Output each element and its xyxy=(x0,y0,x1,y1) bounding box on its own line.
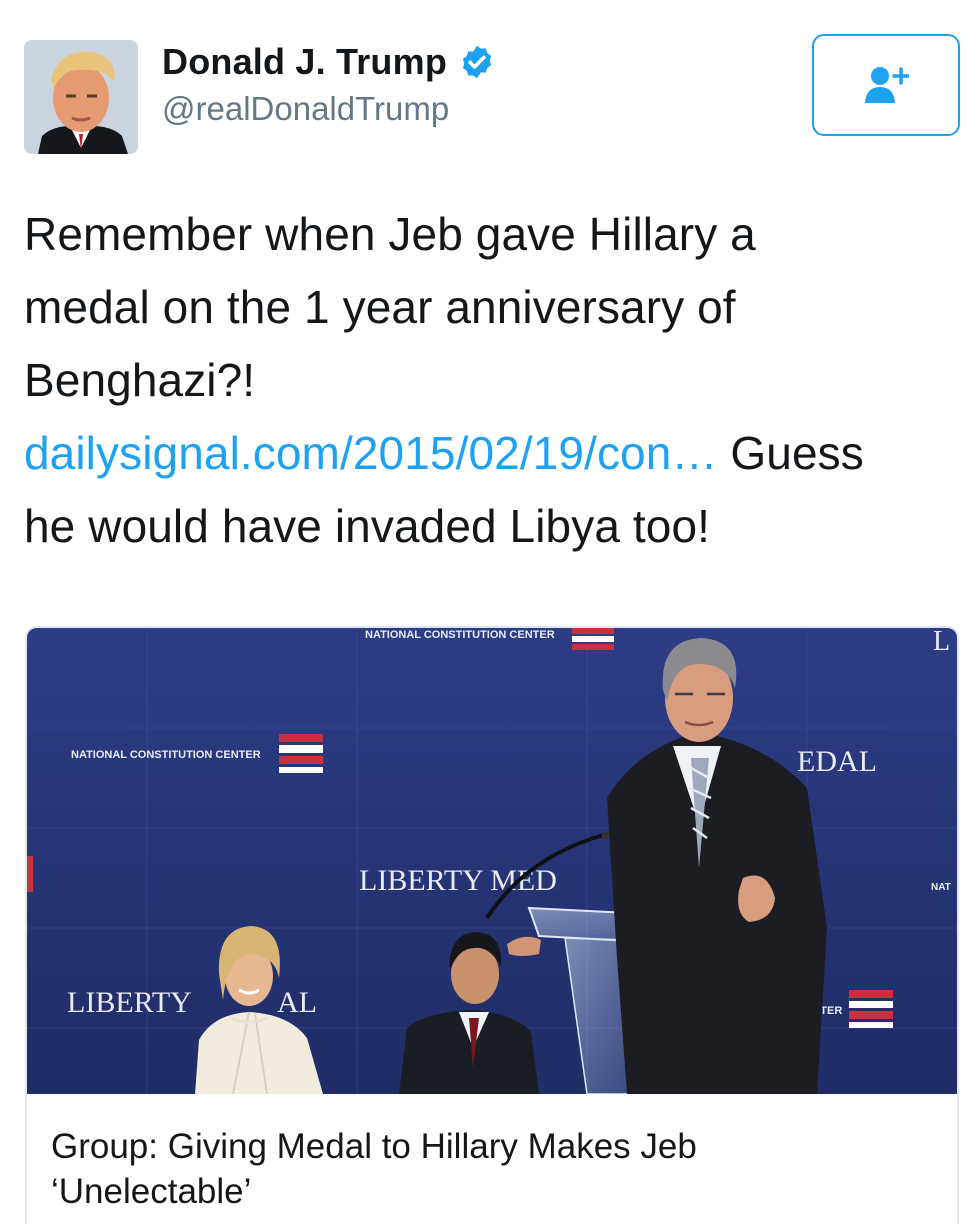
author-display-name[interactable]: Donald J. Trump xyxy=(162,41,447,83)
card-title-line: ‘Unelectable’ xyxy=(51,1172,252,1211)
event-photo: NATIONAL CONSTITUTION CENTER NATIONAL CO… xyxy=(27,628,957,1094)
flag-stripes-icon xyxy=(572,628,614,650)
follow-button[interactable] xyxy=(812,34,960,136)
tweet-text: Remember when Jeb gave Hillary a medal o… xyxy=(24,198,964,563)
tweet-text-fragment: Guess xyxy=(717,427,864,479)
backdrop-text-medal: EDAL xyxy=(797,745,877,778)
backdrop-text-left: NATIONAL CONSTITUTION CENTER xyxy=(71,749,261,761)
profile-photo xyxy=(24,40,138,154)
card-image: NATIONAL CONSTITUTION CENTER NATIONAL CO… xyxy=(27,628,957,1094)
backdrop-text-liberty-tail: AL xyxy=(277,986,317,1019)
backdrop-text-nat: NAT xyxy=(931,882,951,893)
backdrop-text-liberty-center: LIBERTY MED xyxy=(359,864,557,897)
tweet-text-line: dailysignal.com/2015/02/19/con… Guess xyxy=(24,417,964,490)
backdrop-text-top: NATIONAL CONSTITUTION CENTER xyxy=(365,629,555,641)
verified-badge-icon xyxy=(462,45,492,79)
backdrop-text-liberty-left: LIBERTY xyxy=(67,986,192,1019)
card-title-line: Group: Giving Medal to Hillary Makes Jeb xyxy=(51,1127,697,1166)
tweet-text-line: Remember when Jeb gave Hillary a xyxy=(24,208,756,260)
card-title[interactable]: Group: Giving Medal to Hillary Makes Jeb… xyxy=(51,1124,931,1214)
author-avatar[interactable] xyxy=(24,40,138,154)
backdrop-text-corner: L xyxy=(933,628,950,657)
author-handle[interactable]: @realDonaldTrump xyxy=(162,90,449,128)
add-user-icon xyxy=(865,67,909,103)
article-link[interactable]: dailysignal.com/2015/02/19/con… xyxy=(24,427,718,479)
tweet-text-line: medal on the 1 year anniversary of xyxy=(24,281,736,333)
tweet-text-line: Benghazi?! xyxy=(24,354,256,406)
author-name-row: Donald J. Trump xyxy=(162,40,495,84)
tweet-text-line: he would have invaded Libya too! xyxy=(24,500,711,552)
link-preview-card[interactable]: NATIONAL CONSTITUTION CENTER NATIONAL CO… xyxy=(25,626,959,1224)
